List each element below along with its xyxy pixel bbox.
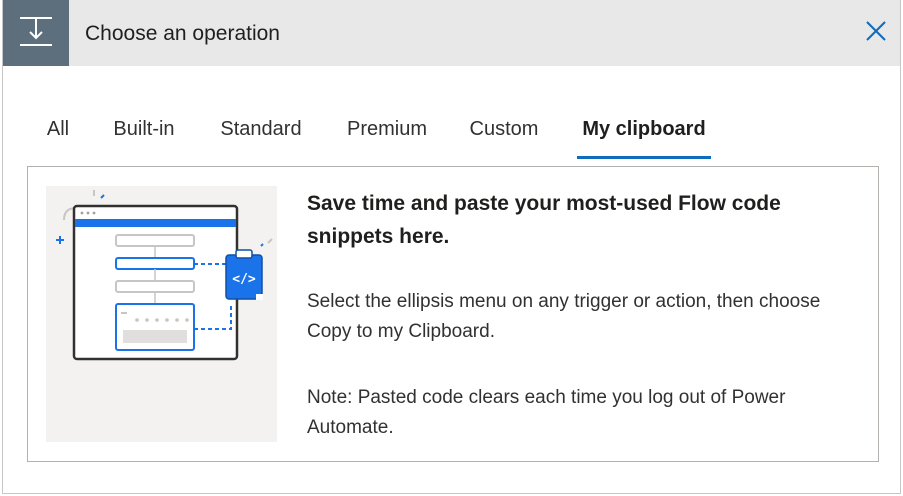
tab-my-clipboard[interactable]: My clipboard [577,110,711,160]
clipboard-panel: </> Save time and paste your most-used F… [27,166,879,462]
insert-step-icon [3,0,69,66]
clipboard-instruction: Select the ellipsis menu on any trigger … [307,291,821,342]
tab-label: Standard [220,118,302,140]
tab-all[interactable]: All [45,110,71,160]
close-icon [866,21,886,41]
clipboard-text: Save time and paste your most-used Flow … [307,187,847,443]
dialog-title: Choose an operation [85,22,280,45]
clipboard-note: Note: Pasted code clears each time you l… [307,387,786,438]
dialog-header: Choose an operation [3,0,900,66]
tab-label: Premium [346,118,427,140]
svg-text:</>: </> [232,272,256,287]
tab-label: My clipboard [582,118,706,140]
tab-label: Built-in [113,118,175,140]
tab-standard[interactable]: Standard [219,110,303,160]
tab-label: Custom [469,118,539,140]
tab-custom[interactable]: Custom [467,110,541,160]
choose-operation-dialog: Choose an operation All Built-in Standar… [2,0,901,494]
tab-label: All [46,118,70,140]
clipboard-code-illustration: </> [46,186,277,442]
active-tab-indicator [577,156,711,159]
tab-premium[interactable]: Premium [345,110,429,160]
tab-built-in[interactable]: Built-in [109,110,179,160]
operation-tabs: All Built-in Standard Premium Custom My … [29,110,879,160]
clipboard-heading: Save time and paste your most-used Flow … [307,192,781,248]
close-button[interactable] [862,17,890,45]
